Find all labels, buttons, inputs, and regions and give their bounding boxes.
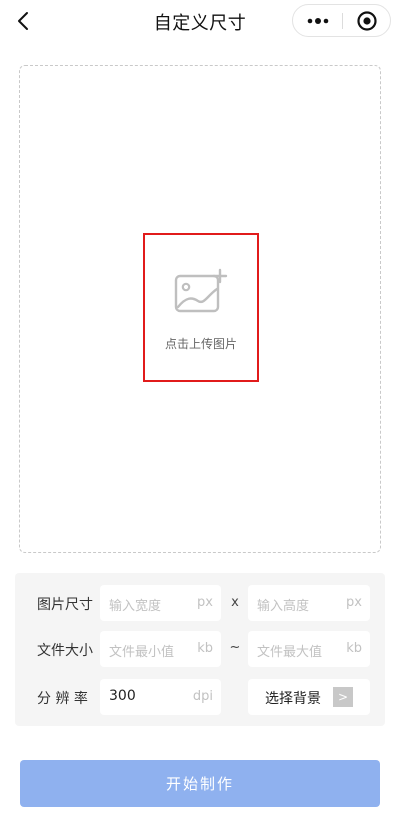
upload-image-button[interactable]: 点击上传图片 [143,233,259,382]
width-input[interactable]: 输入宽度 px [100,585,221,621]
resolution-unit: dpi [192,689,213,704]
upload-area: 点击上传图片 [19,65,381,553]
target-circle-icon [357,10,377,31]
more-dots-icon [307,17,328,24]
resolution-input[interactable]: 300 dpi [100,679,221,715]
upload-label: 点击上传图片 [164,337,237,351]
file-min-placeholder: 文件最小值 [109,645,175,660]
image-add-icon [174,268,228,313]
start-button[interactable]: 开始制作 [20,760,380,807]
file-min-input[interactable]: 文件最小值 kb [100,631,221,667]
select-background-label: 选择背景 [265,691,321,707]
navigation-bar: 自定义尺寸 [0,0,400,42]
file-max-placeholder: 文件最大值 [257,645,323,660]
chevron-right-icon: > [333,687,353,707]
file-max-unit: kb [346,641,362,656]
height-input[interactable]: 输入高度 px [248,585,370,621]
close-miniprogram-button[interactable] [343,5,391,36]
more-button[interactable] [293,5,342,36]
size-separator: x [231,595,239,610]
width-placeholder: 输入宽度 [109,599,162,614]
file-max-input[interactable]: 文件最大值 kb [248,631,370,667]
settings-panel: 图片尺寸 输入宽度 px x 输入高度 px 文件大小 文件最小值 kb ~ 文… [15,573,385,726]
resolution-value: 300 [109,688,136,704]
file-min-unit: kb [197,641,213,656]
mini-program-capsule [292,4,391,37]
file-size-separator: ~ [229,640,241,655]
height-unit: px [346,595,362,610]
width-unit: px [197,595,213,610]
height-placeholder: 输入高度 [257,599,310,614]
select-background-button[interactable]: 选择背景 > [248,679,370,715]
